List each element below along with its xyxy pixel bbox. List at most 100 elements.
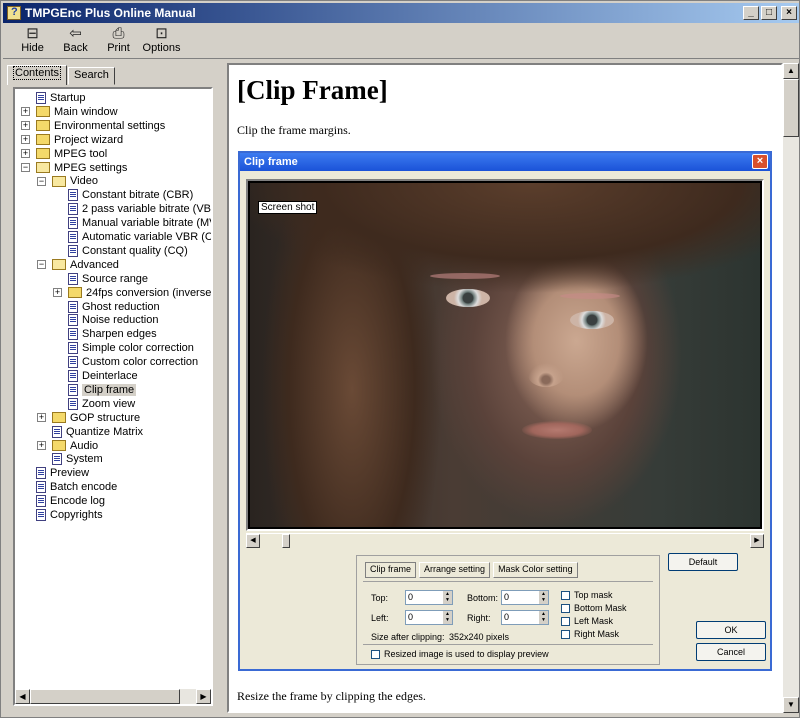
page-icon [52,453,62,466]
tree-item-label: Clip frame [82,383,137,396]
contents-tree[interactable]: Startup + Main window + Environmental settin… [13,87,213,706]
tree-item[interactable]: Startup [21,91,85,105]
tree-item[interactable]: + Audio [37,439,98,453]
tree-item-label: Video [70,175,98,188]
page-icon [68,272,78,285]
tree-item[interactable]: Ghost reduction [53,300,160,314]
expand-icon[interactable]: + [53,288,62,298]
tree-item[interactable]: − Video [37,174,98,188]
checkbox-box [561,603,570,613]
scroll-right-icon: ▶ [750,534,764,548]
collapse-icon[interactable]: − [21,163,30,172]
page-icon [68,356,78,369]
tree-item[interactable]: Zoom view [53,397,135,411]
top-mask-checkbox: Top mask [561,590,613,600]
content-scroll-thumb[interactable] [783,79,799,137]
right-eye-shape [570,311,614,329]
tree-item[interactable]: Preview [21,466,89,480]
page-icon [68,397,78,410]
size-after-clipping-value: 352x240 pixels [449,632,510,642]
expand-icon[interactable]: + [21,107,30,117]
page-icon [36,481,46,494]
tree-item[interactable]: Automatic variable VBR (CQ_VBR) [53,230,211,244]
page-icon [36,495,46,508]
tree-item-label: Source range [82,272,149,285]
preview-image: Screen shot [250,183,760,527]
minimize-button[interactable]: _ [743,6,759,20]
tree-item[interactable]: Constant quality (CQ) [53,244,188,258]
tree-item-label: Project wizard [54,133,124,146]
book-icon [68,287,82,299]
scroll-left-icon[interactable]: ◀ [15,689,30,704]
tree-item[interactable]: Batch encode [21,480,117,494]
right-label: Right: [467,613,491,623]
tree-item[interactable]: Source range [53,272,148,286]
tree-item[interactable]: +24fps conversion (inverse telecine) [53,286,211,300]
close-button[interactable]: × [781,6,797,20]
options-button[interactable]: ⊡ Options [140,23,183,57]
tree-item[interactable]: Sharpen edges [53,327,157,341]
back-button[interactable]: ⇦ Back [54,23,97,57]
toolbar: ⊟ Hide ⇦ Back ⎙ Print ⊡ Options [3,23,799,59]
content-vertical-scrollbar[interactable]: ▲ ▼ [783,63,799,713]
maximize-button[interactable]: □ [761,6,777,20]
tree-item[interactable]: Clip frame [53,383,137,397]
dialog-title: Clip frame × [240,153,770,171]
tree-item[interactable]: Noise reduction [53,313,158,327]
tab-contents[interactable]: Contents [7,65,68,85]
help-app-icon [7,6,21,20]
tree-item-label: 2 pass variable bitrate (VBR) [82,203,213,216]
tree-item[interactable]: + Main window [21,105,118,119]
nose-shape [528,363,564,387]
tree-item[interactable]: + Project wizard [21,133,123,147]
resize-preview-checkbox: Resized image is used to display preview [371,649,549,659]
tree-item[interactable]: Encode log [21,494,105,508]
collapse-icon[interactable]: − [37,260,46,270]
tree-item[interactable]: Copyrights [21,508,103,522]
tree-item[interactable]: 2 pass variable bitrate (VBR) [53,202,213,216]
tree-item[interactable]: System [37,452,103,466]
hide-icon: ⊟ [26,25,39,42]
tree-item[interactable]: − MPEG settings [21,161,127,175]
book-icon [36,120,50,132]
scroll-up-icon[interactable]: ▲ [783,63,799,79]
tree-item[interactable]: Simple color correction [53,341,194,355]
hide-button[interactable]: ⊟ Hide [11,23,54,57]
tree-item[interactable]: Quantize Matrix [37,425,143,439]
tree-item[interactable]: + GOP structure [37,411,140,425]
tree-horizontal-scrollbar[interactable]: ◀ ▶ [15,689,211,704]
divider [363,581,653,582]
tree-item[interactable]: + MPEG tool [21,147,107,161]
tree-item[interactable]: Deinterlace [53,369,138,383]
tree-item[interactable]: − Advanced [37,258,119,272]
page-icon [36,509,46,521]
left-eye-shape [446,289,490,307]
scroll-down-icon[interactable]: ▼ [783,697,799,713]
scroll-thumb[interactable] [30,689,180,704]
expand-icon[interactable]: + [21,121,30,131]
book-icon [36,106,50,118]
checkbox-box [561,629,570,639]
print-button[interactable]: ⎙ Print [97,23,140,57]
preview-scrollbar: ◀ ▶ [246,533,764,548]
expand-icon[interactable]: + [37,413,46,423]
collapse-icon[interactable]: − [37,176,46,186]
page-icon [68,370,78,382]
tree-item-label: MPEG settings [54,161,128,174]
printer-icon: ⎙ [112,25,125,42]
expand-icon[interactable]: + [21,135,30,145]
checkbox-box [371,649,380,659]
tab-search[interactable]: Search [68,67,115,85]
expand-icon[interactable]: + [37,441,46,450]
tree-item-label: GOP structure [70,411,141,424]
left-mask-checkbox: Left Mask [561,616,613,626]
navigation-pane: Contents Search Startup + Main window + Envi… [4,63,222,713]
scroll-right-icon[interactable]: ▶ [196,689,211,704]
tree-item[interactable]: Manual variable bitrate (MVBR) [53,216,211,230]
tree-item[interactable]: Custom color correction [53,355,198,369]
expand-icon[interactable]: + [21,149,30,159]
title-bar[interactable]: TMPGEnc Plus Online Manual _ □ × [3,3,799,23]
tree-item[interactable]: Constant bitrate (CBR) [53,188,193,202]
tree-item[interactable]: + Environmental settings [21,119,165,133]
tree-item-label: Copyrights [50,509,103,521]
